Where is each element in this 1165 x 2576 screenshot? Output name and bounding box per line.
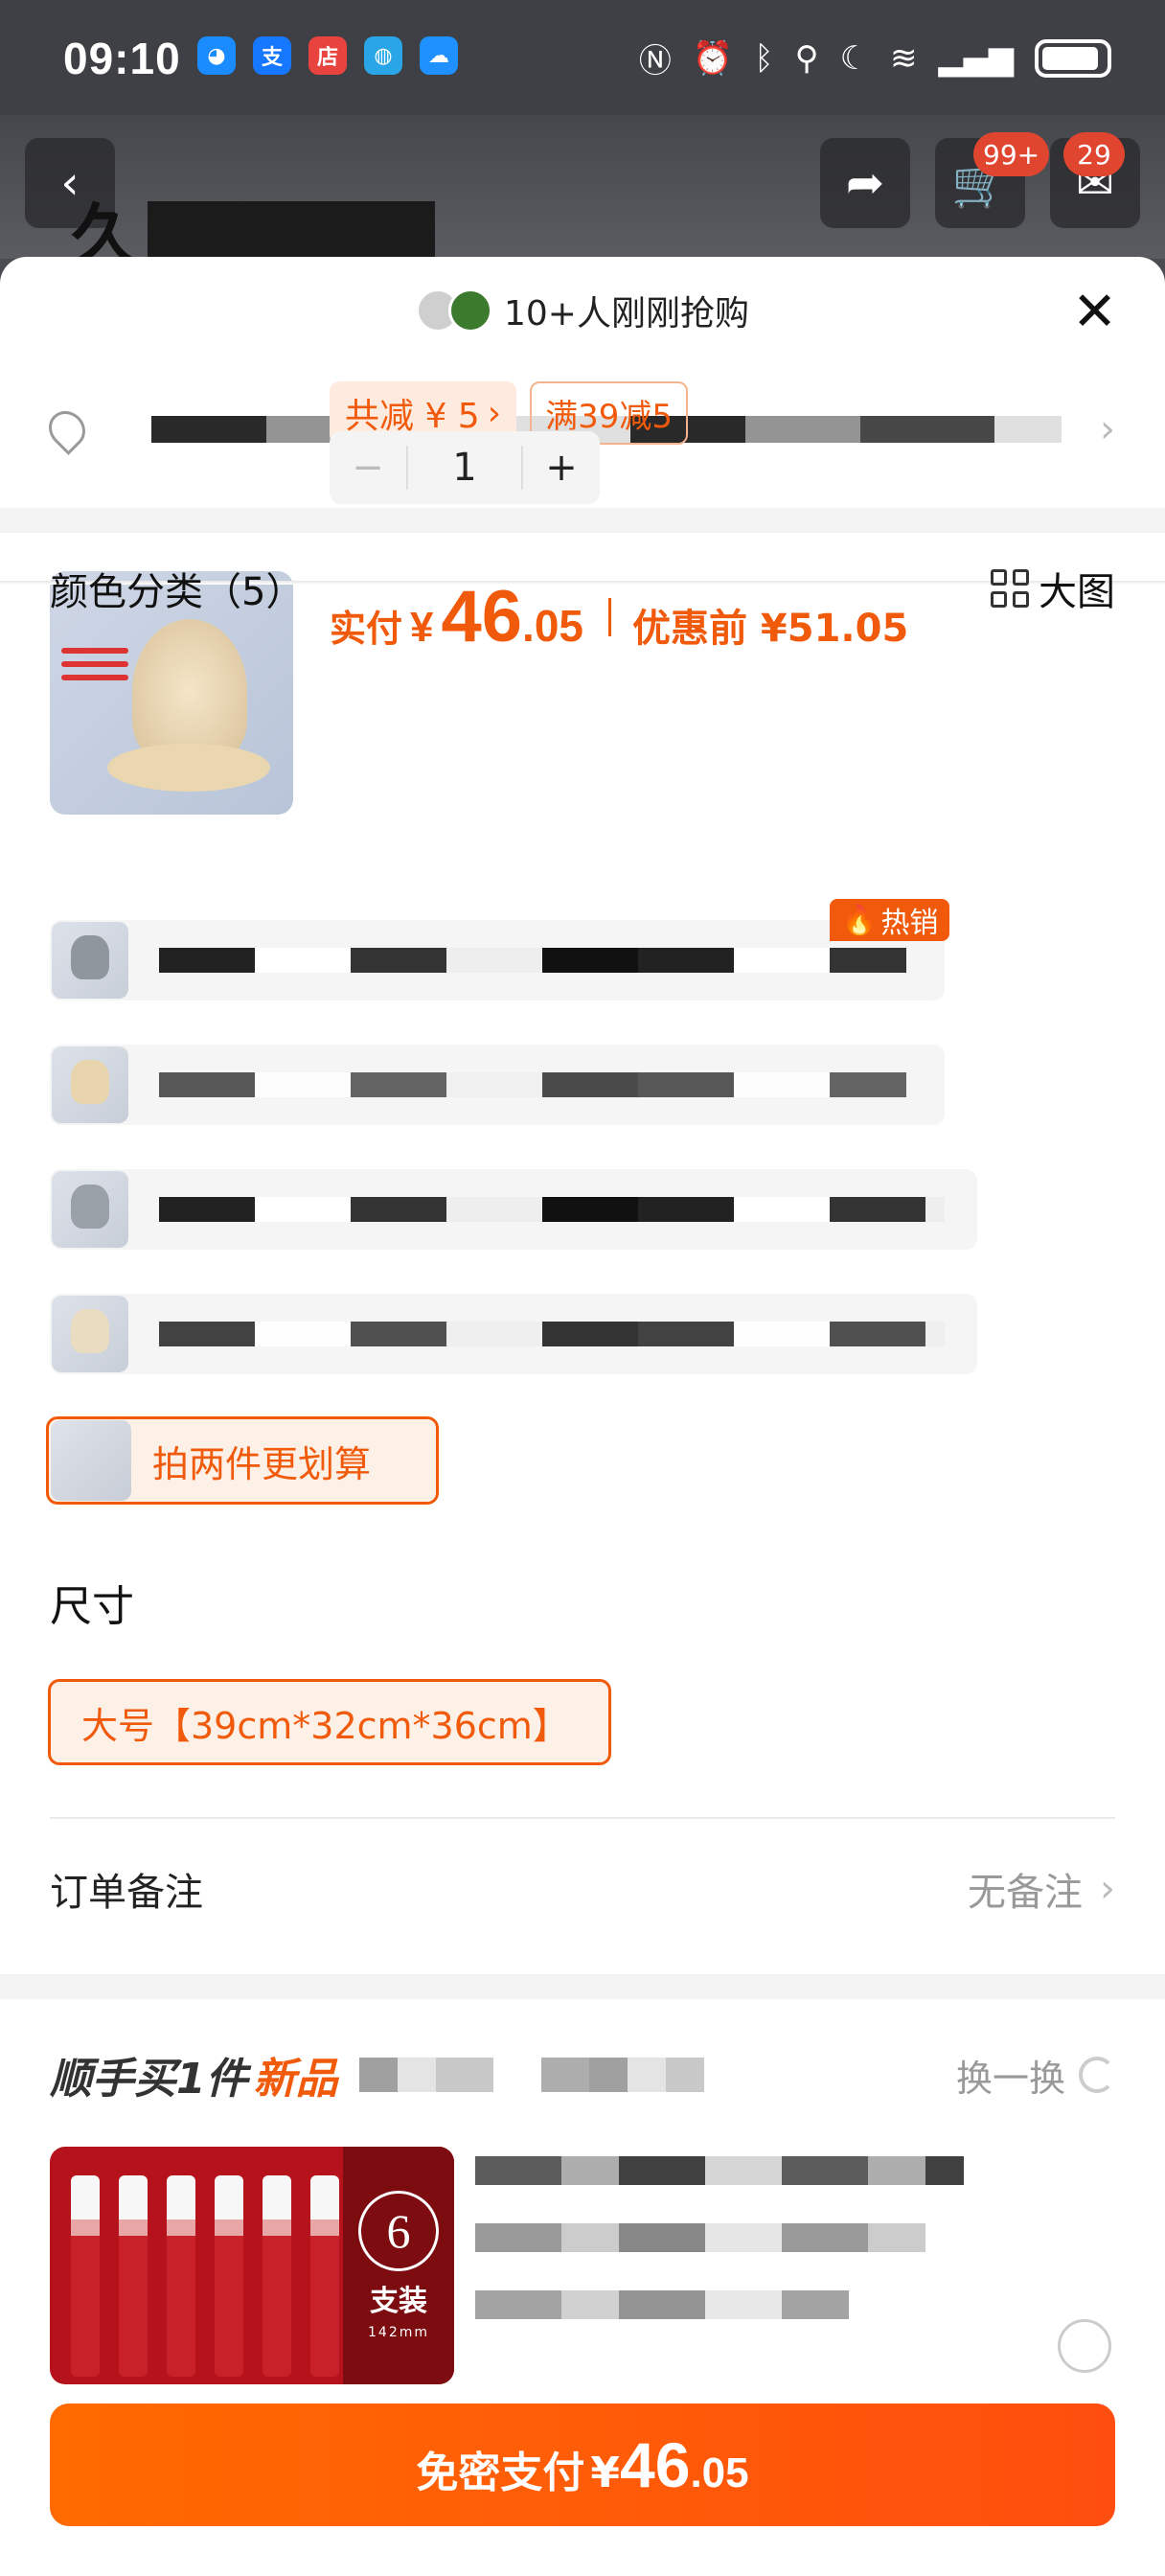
status-app-icons: ◕ 支店 ◍ ☁ <box>197 36 458 75</box>
sku-selection-sheet: 10+人刚刚抢购 ✕ › 实付 ¥ 46 .05 优惠前 ¥51.05 共减 ¥… <box>0 257 1165 2576</box>
pack-length: 142mm <box>368 2325 429 2340</box>
chevron-right-icon: › <box>1100 1867 1115 1911</box>
pay-button[interactable]: 免密支付 ¥ 46 .05 <box>50 2404 1115 2526</box>
increase-button[interactable]: + <box>523 446 600 490</box>
chevron-right-icon: › <box>1100 407 1115 451</box>
seat-image <box>132 619 247 763</box>
cart-badge: 99+ <box>973 132 1050 176</box>
pay-label: 免密支付 <box>416 2449 585 2497</box>
recommend-select-radio[interactable] <box>1058 2319 1111 2373</box>
nfc-icon: Ⓝ <box>638 42 672 80</box>
recommend-header: 顺手买1件 新品 换一换 <box>50 2041 1115 2108</box>
signal-icon: ▂▄▆ <box>938 38 1014 78</box>
status-time: 09:10 <box>63 34 181 83</box>
redacted-title <box>148 201 435 259</box>
section-divider <box>0 1974 1165 1999</box>
hot-sale-badge: 🔥 热销 <box>830 899 950 941</box>
option-thumbnail <box>52 922 128 999</box>
bundle-option[interactable]: 拍两件更划算 <box>46 1416 439 1505</box>
swap-label: 换一换 <box>955 2057 1065 2100</box>
order-note-value-wrap: 无备注 › <box>968 1861 1115 1917</box>
recent-buyers-text: 10+人刚刚抢购 <box>504 294 749 334</box>
avatar <box>448 288 492 333</box>
pack-unit: 支装 <box>370 2285 427 2318</box>
order-note-row[interactable]: 订单备注 无备注 › <box>50 1855 1115 1922</box>
alipay-icon: 支 <box>253 36 291 75</box>
qq-icon: ◕ <box>197 36 236 75</box>
color-option[interactable] <box>50 920 945 1000</box>
redacted-option-label <box>159 948 906 973</box>
bundle-label: 拍两件更划算 <box>152 1442 372 1485</box>
recommend-new-label: 新品 <box>253 2055 338 2104</box>
swap-button[interactable]: 换一换 <box>956 2049 1115 2102</box>
size-option-large[interactable]: 大号【39cm*32cm*36cm】 <box>48 1679 611 1765</box>
battery-icon <box>1035 38 1111 78</box>
big-image-label: 大图 <box>1039 570 1115 614</box>
option-thumbnail <box>52 1046 128 1123</box>
status-bar: 09:10 ◕ 支店 ◍ ☁ Ⓝ ⏰ ᛒ ⚲ ☾ ≋ ▂▄▆ <box>0 0 1165 115</box>
redacted-recommend-info <box>475 2156 973 2358</box>
chevron-right-icon: › <box>487 393 502 433</box>
hot-sale-label: 热销 <box>880 907 939 940</box>
message-badge: 29 <box>1063 132 1125 176</box>
thumbnail-caption <box>61 648 128 680</box>
divider <box>50 1817 1115 1819</box>
color-section-header: 颜色分类（5） 大图 <box>50 560 1115 617</box>
quantity-value[interactable]: 1 <box>406 446 523 490</box>
share-icon: ➦ <box>845 156 885 210</box>
decrease-button[interactable]: − <box>330 446 406 490</box>
redacted-option-label <box>159 1197 945 1222</box>
color-option[interactable] <box>50 1294 977 1374</box>
pay-currency: ¥ <box>590 2449 621 2497</box>
recommend-pack-label: 6 支装 142mm <box>343 2147 454 2384</box>
alarm-icon: ⏰ <box>692 38 734 78</box>
color-section-title: 颜色分类（5） <box>50 570 305 614</box>
redacted-option-label <box>159 1072 906 1097</box>
buyer-avatars <box>416 288 492 333</box>
live-store-icon: 店 <box>308 36 347 75</box>
refresh-icon <box>1079 2057 1115 2093</box>
order-note-value: 无备注 <box>968 1871 1083 1915</box>
color-option[interactable] <box>50 1045 945 1125</box>
location-icon: ⚲ <box>794 38 819 78</box>
bluetooth-icon: ᛒ <box>754 38 774 78</box>
recommend-product-image[interactable]: 6 支装 142mm <box>50 2147 454 2384</box>
wifi-icon: ≋ <box>890 38 918 78</box>
redacted-recommend-subtitle <box>358 2058 704 2092</box>
grid-icon <box>991 569 1029 608</box>
recommend-title: 顺手买1件 <box>50 2055 248 2104</box>
pack-count: 6 <box>358 2191 439 2271</box>
product-page-background: ‹ 久 ➦ 🛒 99+ ✉ 29 <box>0 115 1165 275</box>
quantity-stepper: − 1 + <box>330 431 600 504</box>
browser-icon: ◍ <box>364 36 402 75</box>
section-divider <box>0 508 1165 533</box>
pay-price-decimal: .05 <box>690 2450 749 2496</box>
redacted-option-label <box>159 1322 945 1346</box>
order-note-label: 订单备注 <box>50 1871 203 1915</box>
close-icon[interactable]: ✕ <box>1072 286 1117 339</box>
bundle-thumbnail <box>51 1420 131 1501</box>
status-indicators: Ⓝ ⏰ ᛒ ⚲ ☾ ≋ ▂▄▆ <box>639 34 1111 81</box>
size-section-title: 尺寸 <box>50 1582 134 1631</box>
option-thumbnail <box>52 1296 128 1372</box>
do-not-disturb-icon: ☾ <box>839 38 870 78</box>
location-pin-icon <box>41 403 93 455</box>
weather-icon: ☁ <box>420 36 458 75</box>
big-image-toggle[interactable]: 大图 <box>991 561 1115 616</box>
recent-buyers: 10+人刚刚抢购 <box>0 286 1165 335</box>
option-thumbnail <box>52 1171 128 1248</box>
seat-base-image <box>107 744 270 792</box>
pay-price-integer: 46 <box>620 2429 691 2500</box>
share-button[interactable]: ➦ <box>820 138 910 228</box>
color-option[interactable] <box>50 1169 977 1250</box>
fire-icon: 🔥 <box>841 903 878 937</box>
